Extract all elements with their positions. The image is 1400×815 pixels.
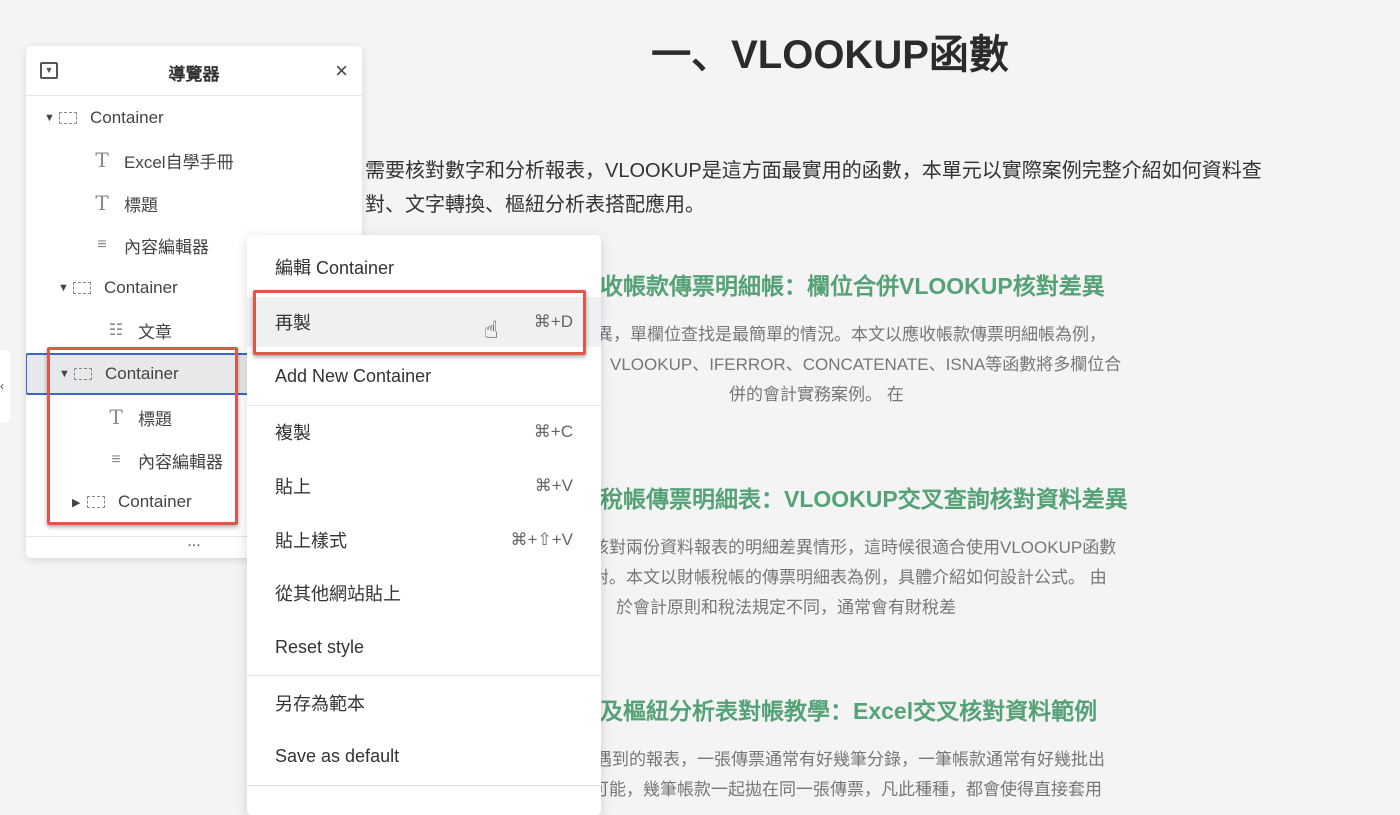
navigator-item[interactable]: T Excel自學手冊 — [26, 139, 362, 181]
context-menu-item[interactable]: 貼上樣式 ⌘+⇧+V — [247, 515, 601, 565]
menu-item-label: 從其他網站貼上 — [275, 584, 401, 604]
annotation-highlight-box — [253, 290, 586, 355]
intro-line: 需要核對數字和分析報表，VLOOKUP是這方面最實用的函數，本單元以實際案例完整… — [365, 160, 1262, 182]
menu-item-label: 複製 — [275, 423, 311, 443]
context-menu-item[interactable]: Save as default — [247, 731, 601, 781]
section-text: VLOOKUP、IFERROR、CONCATENATE、ISNA等函數將多欄位合 — [610, 355, 1122, 374]
menu-item-shortcut: ⌘+C — [533, 422, 573, 441]
menu-item-label: Add New Container — [275, 365, 432, 386]
menu-item-label: 貼上樣式 — [275, 531, 347, 551]
menu-item-label: Reset style — [275, 636, 365, 657]
section-text: 異，單欄位查找是最簡單的情況。本文以應收帳款傳票明細帳為例， — [596, 325, 1106, 344]
caret-down-icon[interactable]: ▼ — [58, 282, 72, 294]
section-text: 核對兩份資料報表的明細差異情形，這時候很適合使用VLOOKUP函數 — [592, 538, 1117, 557]
section-heading[interactable]: 及樞紐分析表對帳教學：Excel交叉核對資料範例 — [600, 692, 1097, 726]
posts-icon: ☷ — [108, 322, 124, 339]
container-icon — [58, 111, 78, 125]
annotation-highlight-box — [47, 347, 238, 525]
context-menu-item[interactable]: 從其他網站貼上 — [247, 568, 601, 618]
container-icon — [72, 281, 92, 295]
menu-item-shortcut: ⌘+⇧+V — [510, 530, 573, 549]
navigator-item-label: 文章 — [138, 322, 172, 342]
navigator-header: ▼ 導覽器 × — [26, 46, 362, 96]
menu-divider — [247, 785, 601, 786]
section-text: 可能，幾筆帳款一起拋在同一張傳票，凡此種種，都會使得直接套用 — [592, 780, 1102, 799]
menu-divider — [247, 675, 601, 676]
navigator-item[interactable]: T 標題 — [26, 182, 362, 224]
navigator-item-label: 標題 — [124, 195, 158, 215]
navigator-item-label: Container — [104, 278, 178, 297]
intro-line: 對、文字轉換、樞紐分析表搭配應用。 — [365, 194, 705, 216]
section-text: 對。本文以財帳稅帳的傳票明細表為例，具體介紹如何設計公式。 由 — [592, 568, 1107, 587]
menu-item-label: 另存為範本 — [275, 694, 365, 714]
menu-item-label: 貼上 — [275, 477, 311, 497]
panel-collapse-tab[interactable]: ‹ — [0, 350, 10, 422]
navigator-item[interactable]: ▼ Container — [26, 97, 362, 139]
navigator-item-label: Container — [90, 108, 164, 127]
section-heading[interactable]: 稅帳傳票明細表：VLOOKUP交叉查詢核對資料差異 — [600, 480, 1128, 514]
navigator-item-label: Excel自學手冊 — [124, 152, 234, 172]
section-text: 遇到的報表，一張傳票通常有好幾筆分錄，一筆帳款通常有好幾批出 — [595, 750, 1105, 769]
menu-item-shortcut: ⌘+V — [534, 476, 573, 495]
context-menu-item[interactable]: 編輯 Container — [247, 242, 601, 292]
navigator-item-label: 內容編輯器 — [124, 237, 209, 257]
context-menu-item[interactable]: 貼上 ⌘+V — [247, 461, 601, 511]
close-icon[interactable]: × — [335, 58, 348, 84]
navigator-title: 導覽器 — [168, 65, 220, 84]
menu-divider — [247, 405, 601, 406]
section-text: 於會計原則和稅法規定不同，通常會有財稅差 — [616, 598, 956, 617]
text-editor-icon: ≡ — [97, 236, 107, 253]
menu-item-label: Save as default — [275, 745, 400, 766]
context-menu-item[interactable]: Add New Container — [247, 351, 601, 401]
context-menu-item[interactable]: Reset style — [247, 622, 601, 672]
context-menu-item[interactable]: 另存為範本 — [247, 678, 601, 728]
menu-item-label: 編輯 Container — [275, 258, 395, 278]
text-icon: T — [95, 148, 109, 172]
caret-down-icon[interactable]: ▼ — [44, 112, 58, 124]
section-text: 併的會計實務案例。 在 — [729, 385, 904, 404]
context-menu-item[interactable]: 複製 ⌘+C — [247, 407, 601, 457]
section-heading[interactable]: 收帳款傳票明細帳：欄位合併VLOOKUP核對差異 — [600, 267, 1105, 301]
hand-cursor-icon: ☝ — [484, 317, 499, 344]
text-icon: T — [95, 191, 109, 215]
